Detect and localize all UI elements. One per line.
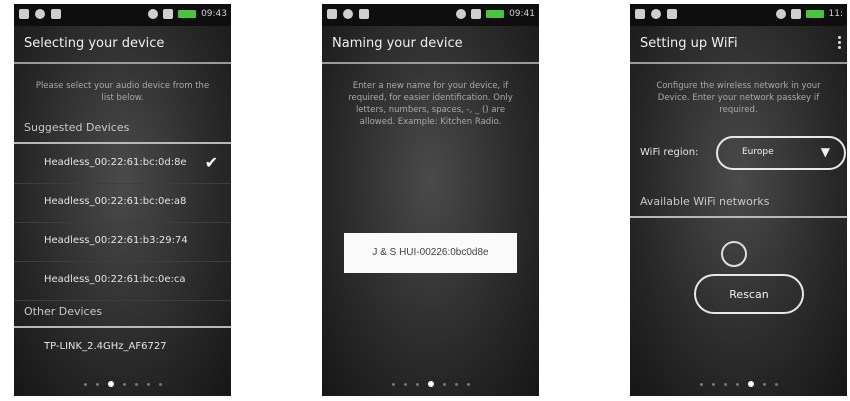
device-label: Headless_00:22:61:b3:29:74 <box>44 235 188 246</box>
status-bar: 09:43 <box>14 4 231 26</box>
title-bar: Setting up WiFi <box>630 26 847 64</box>
usb-icon <box>35 9 45 19</box>
status-bar: 11: <box>630 4 847 26</box>
screen-naming-device: 09:41 Naming your device Enter a new nam… <box>322 4 539 396</box>
screen-setting-wifi: 11: Setting up WiFi Configure the wirele… <box>630 4 847 396</box>
page-indicator <box>322 381 539 387</box>
status-time: 11: <box>828 9 843 19</box>
wifi-region-row: WiFi region: Europe ▼ <box>640 136 847 172</box>
battery-icon <box>486 10 505 18</box>
device-label: Headless_00:22:61:bc:0d:8e <box>44 157 187 168</box>
wifi-region-value: Europe <box>742 147 774 157</box>
instruction-text: Configure the wireless network in your D… <box>656 81 821 115</box>
page-dot <box>134 382 138 386</box>
device-row[interactable]: Headless_00:22:61:bc:0d:8e ✔ <box>14 145 231 184</box>
page-dot-active <box>427 381 434 387</box>
wifi-region-select[interactable]: Europe ▼ <box>716 136 846 170</box>
android-icon <box>51 9 61 19</box>
notification-icon <box>635 9 645 19</box>
usb-icon <box>651 9 661 19</box>
checkmark-icon: ✔ <box>204 153 218 172</box>
page-dot <box>466 382 470 386</box>
page-indicator <box>630 381 847 387</box>
loading-spinner-icon <box>721 241 747 267</box>
page-dot <box>442 382 446 386</box>
suggested-devices-header: Suggested Devices <box>14 112 231 144</box>
page-indicator <box>14 381 231 387</box>
signal-icon <box>790 9 801 19</box>
status-time: 09:43 <box>201 9 227 19</box>
wifi-region-label: WiFi region: <box>640 147 699 158</box>
overflow-menu-icon[interactable] <box>838 36 841 49</box>
device-label: Headless_00:22:61:bc:0e:a8 <box>44 196 187 207</box>
device-row[interactable]: Headless_00:22:61:bc:0e:a8 <box>14 184 231 223</box>
status-time: 09:41 <box>509 9 535 19</box>
page-title: Selecting your device <box>24 36 165 51</box>
page-dot <box>95 382 99 386</box>
other-devices-header: Other Devices <box>14 296 231 328</box>
page-dot <box>699 382 703 386</box>
page-dot <box>723 382 727 386</box>
wifi-icon <box>456 9 467 19</box>
device-row[interactable]: Headless_00:22:61:b3:29:74 <box>14 223 231 262</box>
device-label: Headless_00:22:61:bc:0e:ca <box>44 274 186 285</box>
battery-icon <box>805 10 824 18</box>
page-dot <box>83 382 87 386</box>
page-dot <box>158 382 162 386</box>
page-title: Setting up WiFi <box>640 36 738 51</box>
instruction-text: Please select your audio device from the… <box>35 81 210 103</box>
page-dot <box>735 382 739 386</box>
rescan-button[interactable]: Rescan <box>694 274 804 314</box>
android-icon <box>667 9 677 19</box>
battery-icon <box>178 10 197 18</box>
page-dot-active <box>747 381 754 387</box>
notification-icon <box>19 9 29 19</box>
page-dot <box>762 382 766 386</box>
signal-icon <box>163 9 174 19</box>
page-title: Naming your device <box>332 36 463 51</box>
android-icon <box>359 9 369 19</box>
title-bar: Naming your device <box>322 26 539 64</box>
page-dot <box>454 382 458 386</box>
page-dot <box>122 382 126 386</box>
device-row[interactable]: TP-LINK_2.4GHz_AF6727 <box>14 329 231 367</box>
page-dot <box>774 382 778 386</box>
page-dot <box>146 382 150 386</box>
instruction-text: Enter a new name for your device, if req… <box>348 81 513 127</box>
wifi-icon <box>775 9 786 19</box>
signal-icon <box>471 9 482 19</box>
screen-selecting-device: 09:43 Selecting your device Please selec… <box>14 4 231 396</box>
page-dot-active <box>107 381 114 387</box>
usb-icon <box>343 9 353 19</box>
available-networks-header: Available WiFi networks <box>630 186 847 218</box>
page-dot <box>391 382 395 386</box>
device-name-input[interactable] <box>344 233 517 273</box>
notification-icon <box>327 9 337 19</box>
title-bar: Selecting your device <box>14 26 231 64</box>
page-dot <box>403 382 407 386</box>
page-dot <box>711 382 715 386</box>
dropdown-arrow-icon: ▼ <box>820 145 830 159</box>
wifi-icon <box>148 9 159 19</box>
status-bar: 09:41 <box>322 4 539 26</box>
page-dot <box>415 382 419 386</box>
device-label: TP-LINK_2.4GHz_AF6727 <box>44 341 167 352</box>
